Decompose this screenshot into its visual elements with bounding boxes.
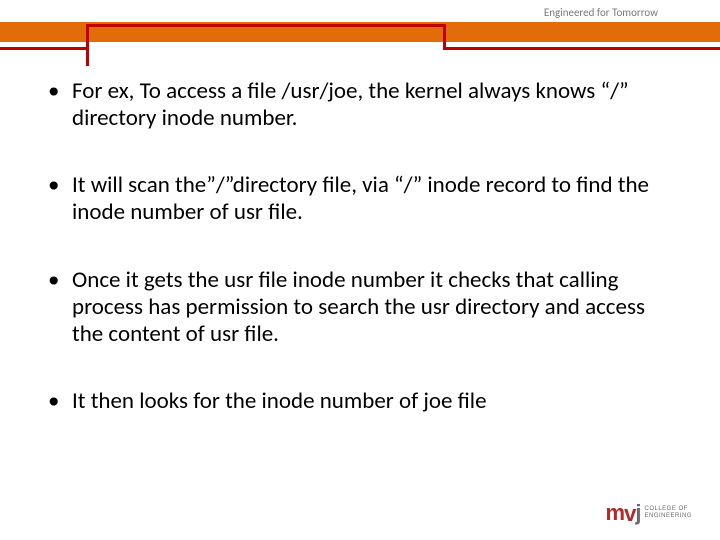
logo-text: COLLEGE OF ENGINEERING <box>644 506 692 519</box>
footer-logo: mvj COLLEGE OF ENGINEERING <box>606 500 692 526</box>
bullet-item: • For ex, To access a file /usr/joe, the… <box>44 78 680 132</box>
bullet-text: It will scan the”/”directory file, via “… <box>72 172 680 226</box>
bullet-item: • Once it gets the usr file inode number… <box>44 267 680 348</box>
bullet-dot: • <box>44 267 72 348</box>
bullet-dot: • <box>44 172 72 226</box>
title-tab-left-leg <box>86 24 89 66</box>
header-tagline: Engineered for Tomorrow <box>544 6 658 19</box>
logo-mark: mvj <box>606 500 641 526</box>
bullet-dot: • <box>44 388 72 415</box>
bullet-item: • It then looks for the inode number of … <box>44 388 680 415</box>
title-tab-rule-right <box>446 47 720 50</box>
logo-text-line2: ENGINEERING <box>644 513 692 519</box>
title-tab-outline <box>86 24 446 50</box>
logo-letter-m: m <box>606 500 625 525</box>
bullet-text: Once it gets the usr file inode number i… <box>72 267 680 348</box>
bullet-dot: • <box>44 78 72 132</box>
bullet-text: It then looks for the inode number of jo… <box>72 388 680 415</box>
bullet-text: For ex, To access a file /usr/joe, the k… <box>72 78 680 132</box>
bullet-item: • It will scan the”/”directory file, via… <box>44 172 680 226</box>
logo-text-line1: COLLEGE OF <box>644 506 687 512</box>
title-tab-rule-left <box>0 47 88 50</box>
logo-letter-j: j <box>635 500 640 525</box>
slide-content: • For ex, To access a file /usr/joe, the… <box>44 78 680 415</box>
logo-letter-v: v <box>624 501 635 527</box>
